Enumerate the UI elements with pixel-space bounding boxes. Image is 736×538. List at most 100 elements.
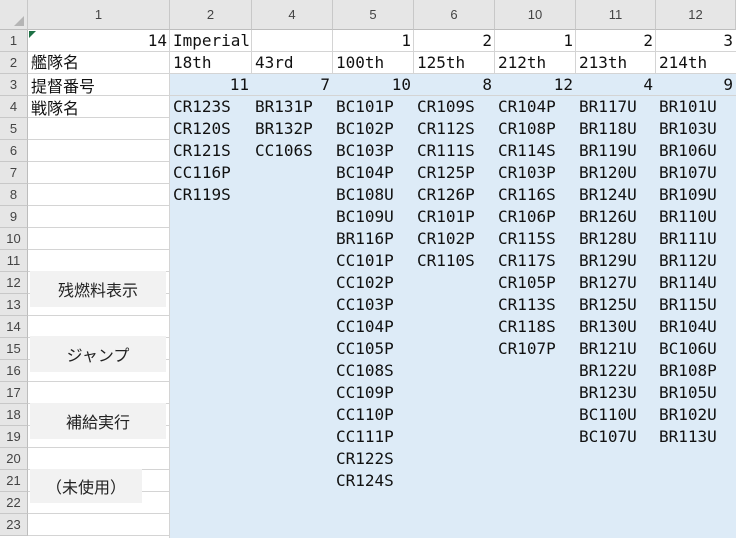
ship-cell[interactable]: BR114U: [656, 272, 717, 294]
ship-cell[interactable]: CC116P: [170, 162, 231, 184]
cell-h2[interactable]: 214th: [656, 52, 736, 74]
column-header-4[interactable]: 4: [252, 0, 333, 30]
row-header-22[interactable]: 22: [0, 492, 28, 514]
ship-cell[interactable]: BR107U: [656, 162, 717, 184]
row-header-4[interactable]: 4: [0, 96, 28, 118]
ship-cell[interactable]: BR111U: [656, 228, 717, 250]
ship-cell[interactable]: BR126U: [576, 206, 637, 228]
cell-e1[interactable]: 2: [414, 30, 495, 52]
ship-cell[interactable]: BC103P: [333, 140, 394, 162]
cell-b2[interactable]: 18th: [170, 52, 252, 74]
ship-cell[interactable]: BR131P: [252, 96, 313, 118]
ship-cell[interactable]: BR124U: [576, 184, 637, 206]
cell-h3[interactable]: 9: [656, 74, 736, 96]
ship-cell[interactable]: BR125U: [576, 294, 637, 316]
ship-cell[interactable]: CR110S: [414, 250, 475, 272]
ship-cell[interactable]: CC103P: [333, 294, 394, 316]
ship-cell[interactable]: CC110P: [333, 404, 394, 426]
cell-c2[interactable]: 43rd: [252, 52, 333, 74]
fuel-display-button[interactable]: 残燃料表示: [30, 271, 166, 307]
ship-cell[interactable]: BR122U: [576, 360, 637, 382]
ship-cell[interactable]: CR106P: [495, 206, 556, 228]
ship-cell[interactable]: BR109U: [656, 184, 717, 206]
ship-cell[interactable]: BR130U: [576, 316, 637, 338]
column-header-10[interactable]: 10: [495, 0, 576, 30]
ship-cell[interactable]: BR127U: [576, 272, 637, 294]
row-header-18[interactable]: 18: [0, 404, 28, 426]
ship-cell[interactable]: CR125P: [414, 162, 475, 184]
ship-cell[interactable]: BR104U: [656, 316, 717, 338]
ship-cell[interactable]: CR121S: [170, 140, 231, 162]
ship-cell[interactable]: CR111S: [414, 140, 475, 162]
row-header-1[interactable]: 1: [0, 30, 28, 52]
ship-cell[interactable]: CR118S: [495, 316, 556, 338]
ship-cell[interactable]: BR105U: [656, 382, 717, 404]
ship-cell[interactable]: BC102P: [333, 118, 394, 140]
ship-cell[interactable]: BR128U: [576, 228, 637, 250]
ship-cell[interactable]: BC109U: [333, 206, 394, 228]
cell-e2[interactable]: 125th: [414, 52, 495, 74]
column-header-5[interactable]: 5: [333, 0, 414, 30]
ship-cell[interactable]: BR120U: [576, 162, 637, 184]
spreadsheet-grid[interactable]: 1 2 4 5 6 10 11 12 1 2 3 4 5 6 7 8 9 10 11 12 13 14 15…: [0, 0, 736, 538]
ship-cell[interactable]: BR103U: [656, 118, 717, 140]
cell-e3[interactable]: 8: [414, 74, 495, 96]
ship-cell[interactable]: BC101P: [333, 96, 394, 118]
ship-cell[interactable]: CR115S: [495, 228, 556, 250]
ship-cell[interactable]: CC108S: [333, 360, 394, 382]
column-header-6[interactable]: 6: [414, 0, 495, 30]
cell-g1[interactable]: 2: [576, 30, 656, 52]
ship-cell[interactable]: CR117S: [495, 250, 556, 272]
cell-a1[interactable]: 14: [28, 30, 170, 52]
select-all-corner[interactable]: [0, 0, 28, 30]
ship-cell[interactable]: CR101P: [414, 206, 475, 228]
row-header-3[interactable]: 3: [0, 74, 28, 96]
row-header-17[interactable]: 17: [0, 382, 28, 404]
ship-cell[interactable]: BR115U: [656, 294, 717, 316]
row-header-2[interactable]: 2: [0, 52, 28, 74]
ship-cell[interactable]: BR116P: [333, 228, 394, 250]
row-header-15[interactable]: 15: [0, 338, 28, 360]
row-header-10[interactable]: 10: [0, 228, 28, 250]
column-header-11[interactable]: 11: [576, 0, 656, 30]
resupply-button[interactable]: 補給実行: [30, 403, 166, 439]
cell-f1[interactable]: 1: [495, 30, 576, 52]
ship-cell[interactable]: BR113U: [656, 426, 717, 448]
row-header-7[interactable]: 7: [0, 162, 28, 184]
cell-f3[interactable]: 12: [495, 74, 576, 96]
ship-cell[interactable]: BR119U: [576, 140, 637, 162]
ship-cell[interactable]: CR105P: [495, 272, 556, 294]
ship-cell[interactable]: CR116S: [495, 184, 556, 206]
ship-cell[interactable]: CR102P: [414, 228, 475, 250]
ship-cell[interactable]: BC108U: [333, 184, 394, 206]
ship-cell[interactable]: BC104P: [333, 162, 394, 184]
ship-cell[interactable]: CR112S: [414, 118, 475, 140]
ship-cell[interactable]: CC109P: [333, 382, 394, 404]
ship-cell[interactable]: CR109S: [414, 96, 475, 118]
ship-cell[interactable]: BR106U: [656, 140, 717, 162]
ship-cell[interactable]: CR104P: [495, 96, 556, 118]
ship-cell[interactable]: BR121U: [576, 338, 637, 360]
ship-cell[interactable]: BC110U: [576, 404, 637, 426]
ship-cell[interactable]: CR126P: [414, 184, 475, 206]
ship-cell[interactable]: CC104P: [333, 316, 394, 338]
cell-d1[interactable]: 1: [333, 30, 414, 52]
ship-cell[interactable]: BR129U: [576, 250, 637, 272]
column-header-12[interactable]: 12: [656, 0, 736, 30]
cell-d2[interactable]: 100th: [333, 52, 414, 74]
row-header-20[interactable]: 20: [0, 448, 28, 470]
ship-cell[interactable]: CC105P: [333, 338, 394, 360]
cell-g2[interactable]: 213th: [576, 52, 656, 74]
row-header-19[interactable]: 19: [0, 426, 28, 448]
unused-button[interactable]: （未使用）: [30, 469, 142, 503]
cell-a4[interactable]: 戦隊名: [28, 98, 170, 120]
cell-a3[interactable]: 提督番号: [28, 76, 170, 98]
ship-cell[interactable]: BR102U: [656, 404, 717, 426]
row-header-9[interactable]: 9: [0, 206, 28, 228]
row-header-13[interactable]: 13: [0, 294, 28, 316]
ship-cell[interactable]: CR114S: [495, 140, 556, 162]
row-header-6[interactable]: 6: [0, 140, 28, 162]
column-header-2[interactable]: 2: [170, 0, 252, 30]
ship-cell[interactable]: CC106S: [252, 140, 313, 162]
jump-button[interactable]: ジャンプ: [30, 336, 166, 372]
